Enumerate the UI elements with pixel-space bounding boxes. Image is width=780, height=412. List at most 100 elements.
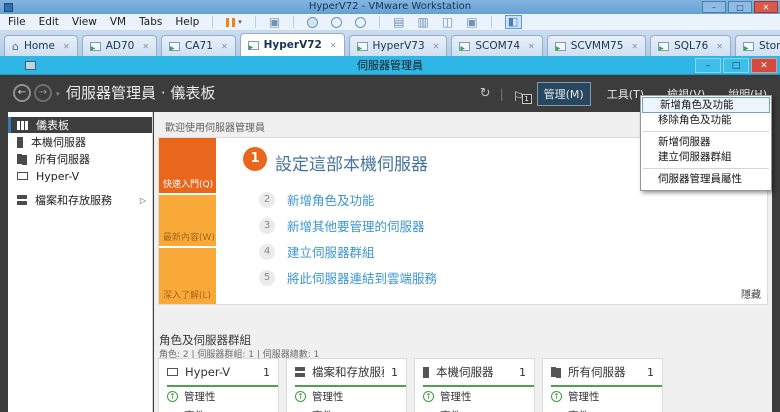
close-tab-icon[interactable]: ✕ (63, 42, 70, 51)
whats-new-segment[interactable]: 最新內容(W) (159, 195, 216, 246)
menu-edit[interactable]: Edit (39, 16, 59, 28)
step-5-link[interactable]: 5 將此伺服器連結到雲端服務 (259, 268, 437, 287)
suspend-vm-button[interactable]: ▾ (226, 17, 242, 27)
menu-item-remove-roles-features[interactable]: 移除角色及功能 (641, 113, 771, 128)
vmware-maximize-button[interactable]: □ (728, 1, 752, 13)
close-tab-icon[interactable]: ✕ (330, 41, 337, 50)
menu-item-server-manager-properties[interactable]: 伺服器管理員屬性 (641, 172, 771, 187)
vm-screen-icon: ▶ (459, 41, 471, 51)
step-4-link[interactable]: 4 建立伺服器群組 (259, 242, 375, 261)
guest-restore-button[interactable]: □ (723, 58, 749, 73)
events-row[interactable]: 事件 (415, 406, 534, 412)
cycle-monitors-button[interactable]: ▣ (466, 15, 477, 29)
history-dropdown-icon[interactable]: ▾ (56, 90, 60, 98)
manageability-row[interactable]: ↑ 管理性 (543, 387, 662, 406)
fullscreen-button[interactable]: ◫ (442, 15, 453, 29)
vm-running-icon: ▶ (659, 44, 664, 52)
sidebar-item-local-server[interactable]: 本機伺服器 (8, 134, 152, 150)
tile-local-server[interactable]: 本機伺服器 1 ↑ 管理性 事件 (414, 358, 535, 412)
menu-item-create-server-group[interactable]: 建立伺服器群組 (641, 150, 771, 165)
manageability-row[interactable]: ↑ 管理性 (415, 387, 534, 406)
tab-ad70[interactable]: ▶ AD70 ✕ (81, 35, 158, 56)
refresh-icon[interactable]: ↻ (480, 86, 491, 101)
close-tab-icon[interactable]: ✕ (142, 42, 149, 51)
library-panel-toggle[interactable]: ◧ (504, 15, 522, 29)
up-arrow-icon: ↑ (551, 391, 562, 402)
menu-separator (643, 131, 769, 132)
forward-button[interactable]: → (34, 84, 52, 102)
events-row[interactable]: 事件 (543, 406, 662, 412)
close-tab-icon[interactable]: ✕ (631, 42, 638, 51)
quickstart-segment[interactable]: 快速入門(Q) (159, 138, 216, 193)
vmware-close-button[interactable]: ✕ (754, 1, 778, 13)
step-2-link[interactable]: 2 新增角色及功能 (259, 190, 375, 209)
menu-item-add-servers[interactable]: 新增伺服器 (641, 135, 771, 150)
learn-more-segment[interactable]: 深入了解(L) (159, 248, 216, 304)
tile-title[interactable]: 所有伺服器 (568, 364, 640, 380)
tab-hyperv73[interactable]: ▶ HyperV73 ✕ (348, 35, 448, 56)
tile-hyper-v[interactable]: Hyper-V 1 ↑ 管理性 事件 (158, 358, 279, 412)
events-row[interactable]: 事件 (159, 406, 278, 412)
close-tab-icon[interactable]: ✕ (221, 42, 228, 51)
menu-vm[interactable]: VM (110, 16, 126, 28)
vm-running-icon: ▶ (90, 44, 96, 52)
sidebar-item-all-servers[interactable]: 所有伺服器 (8, 151, 152, 167)
vmware-minimize-button[interactable]: – (702, 1, 726, 13)
vmware-workstation-window: HyperV72 - VMware Workstation – □ ✕ File… (0, 0, 780, 412)
expand-arrow-icon[interactable]: ▷ (140, 196, 146, 205)
vm-running-icon: ▶ (743, 44, 749, 52)
step-1-link[interactable]: 設定這部本機伺服器 (275, 150, 428, 175)
step-3-link[interactable]: 3 新增其他要管理的伺服器 (259, 216, 425, 235)
tile-all-servers[interactable]: 所有伺服器 1 ↑ 管理性 事件 (542, 358, 663, 412)
local-server-icon (423, 366, 429, 378)
menu-tabs[interactable]: Tabs (139, 16, 162, 28)
step-badge: 5 (259, 269, 275, 286)
tab-label: CA71 (185, 40, 213, 52)
unity-view-button[interactable]: ▥ (418, 15, 429, 29)
sidebar-item-label: Hyper-V (36, 169, 80, 183)
row-label: 事件 (312, 408, 333, 412)
notifications-flag-button[interactable]: ⚐ 1 (513, 86, 532, 105)
close-tab-icon[interactable]: ✕ (528, 42, 535, 51)
menu-item-add-roles-features[interactable]: 新增角色及功能 (642, 97, 770, 113)
tab-hyperv72-active[interactable]: ▶ HyperV72 ✕ (239, 33, 345, 56)
manage-snapshots-button[interactable] (355, 16, 367, 28)
ctrl-alt-del-button[interactable]: ▣ (269, 15, 280, 29)
menu-view[interactable]: View (72, 16, 97, 28)
menu-help[interactable]: Help (175, 16, 199, 28)
show-console-view-button[interactable]: ▤ (393, 15, 404, 29)
row-label: 事件 (568, 408, 589, 412)
events-row[interactable]: 事件 (287, 406, 406, 412)
back-button[interactable]: ← (13, 84, 31, 102)
tile-file-storage-services[interactable]: 檔案和存放服務 1 ↑ 管理性 事件 (286, 358, 407, 412)
sidebar-item-file-storage-services[interactable]: 檔案和存放服務 ▷ (8, 192, 152, 208)
tab-storage77[interactable]: ▶ Storage77 ✕ (734, 35, 780, 56)
sidebar-item-dashboard[interactable]: 儀表板 (8, 117, 152, 133)
menu-manage[interactable]: 管理(M) (536, 81, 591, 106)
guest-minimize-button[interactable]: – (695, 58, 721, 73)
tab-scvmm75[interactable]: ▶ SCVMM75 ✕ (546, 35, 647, 56)
tab-home[interactable]: ⌂ Home ✕ (4, 35, 78, 56)
tab-sql76[interactable]: ▶ SQL76 ✕ (650, 35, 731, 56)
tab-scom74[interactable]: ▶ SCOM74 ✕ (451, 35, 543, 56)
breadcrumb-root[interactable]: 伺服器管理員 (66, 84, 156, 102)
menu-file[interactable]: File (8, 16, 26, 28)
manageability-row[interactable]: ↑ 管理性 (159, 387, 278, 406)
close-tab-icon[interactable]: ✕ (433, 42, 440, 51)
close-tab-icon[interactable]: ✕ (716, 42, 723, 51)
sidebar-item-hyper-v[interactable]: Hyper-V (8, 168, 152, 184)
take-snapshot-button[interactable] (307, 16, 319, 28)
revert-snapshot-button[interactable] (331, 16, 343, 28)
hide-link[interactable]: 隱藏 (741, 286, 761, 301)
tab-ca71[interactable]: ▶ CA71 ✕ (161, 35, 236, 56)
tile-title[interactable]: 本機伺服器 (436, 364, 512, 380)
vmware-menubar: File Edit View VM Tabs Help ▾ ▣ ▤ ▥ ◫ ▣ … (0, 14, 780, 31)
vm-running-icon: ▶ (248, 43, 254, 51)
tile-title[interactable]: Hyper-V (185, 365, 256, 379)
toolbar-separator (212, 16, 214, 28)
chevron-down-icon[interactable]: ▾ (238, 18, 242, 26)
guest-close-button[interactable]: ✕ (751, 58, 777, 73)
step-badge: 3 (259, 217, 275, 234)
tile-title[interactable]: 檔案和存放服務 (312, 364, 384, 380)
manageability-row[interactable]: ↑ 管理性 (287, 387, 406, 406)
